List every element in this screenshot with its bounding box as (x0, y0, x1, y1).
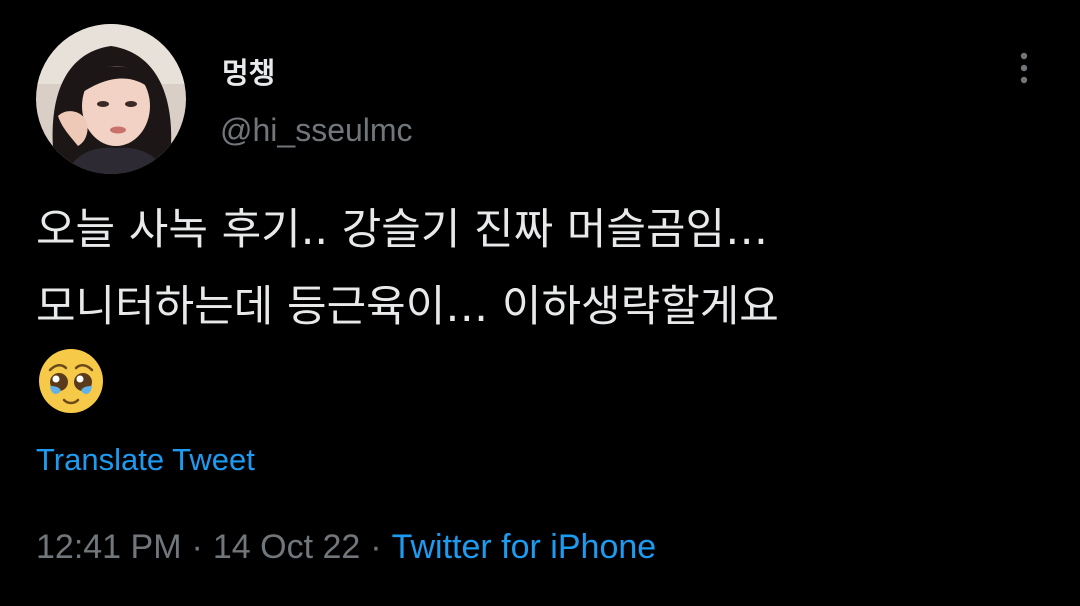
more-vertical-icon (1020, 52, 1028, 84)
tweet-source-link[interactable]: Twitter for iPhone (392, 528, 657, 566)
tweet-metadata: 12:41 PM · 14 Oct 22 · Twitter for iPhone (36, 528, 656, 567)
translate-tweet-link[interactable]: Translate Tweet (36, 442, 255, 478)
meta-separator: · (370, 528, 382, 566)
profile-photo-icon (36, 24, 186, 174)
username-handle[interactable]: @hi_sseulmc (220, 112, 413, 149)
tweet-text-line: 오늘 사녹 후기.. 강슬기 진짜 머슬곰임… (36, 205, 769, 255)
avatar[interactable] (36, 24, 186, 174)
tweet-text-line: 모니터하는데 등근육이… 이하생략할게요 (36, 282, 779, 332)
display-name[interactable]: 멍챙 (222, 50, 275, 92)
tweet-container: 멍챙 @hi_sseulmc 오늘 사녹 후기.. 강슬기 진짜 머슬곰임… 모… (0, 0, 1080, 606)
meta-separator: · (191, 528, 203, 566)
more-options-button[interactable] (1002, 46, 1046, 90)
tweet-time[interactable]: 12:41 PM (36, 528, 182, 566)
pleading-face-emoji-icon (36, 346, 106, 416)
tweet-text: 오늘 사녹 후기.. 강슬기 진짜 머슬곰임… 모니터하는데 등근육이… 이하생… (36, 192, 1056, 346)
tweet-date[interactable]: 14 Oct 22 (213, 528, 360, 566)
